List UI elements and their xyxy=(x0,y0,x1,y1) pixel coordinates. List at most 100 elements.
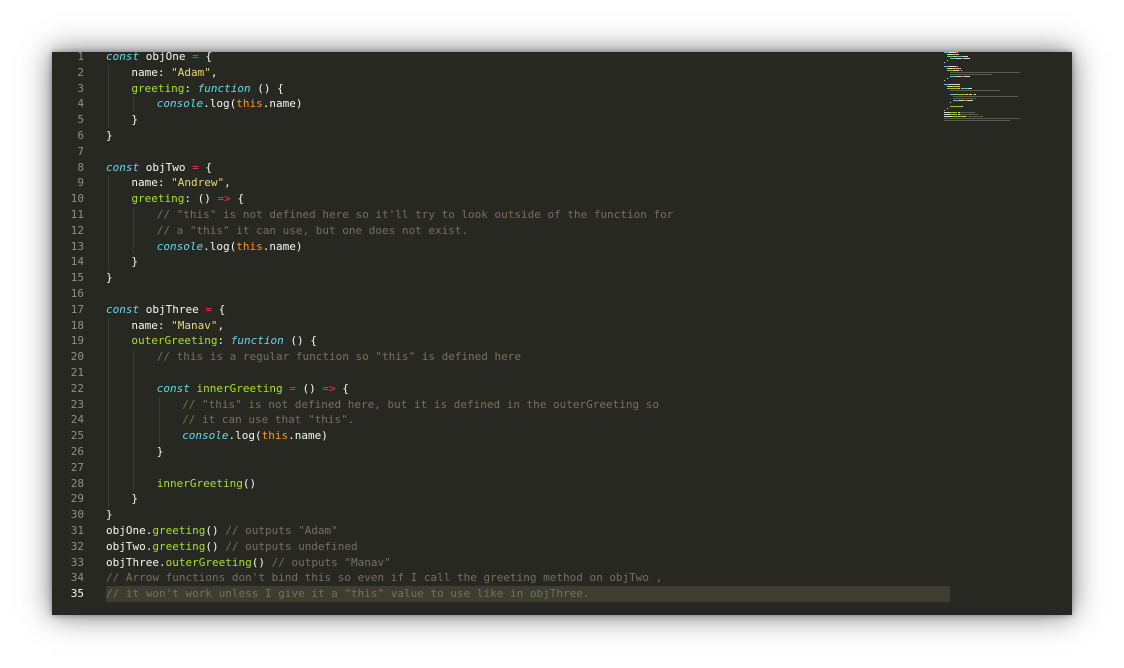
code-token: const xyxy=(106,52,140,63)
minimap-line xyxy=(953,96,1018,97)
code-token: innerGreeting xyxy=(196,381,283,395)
code-token: objOne xyxy=(139,52,193,63)
minimap-line xyxy=(944,62,945,63)
code-token: } xyxy=(131,255,139,269)
code-line: } xyxy=(106,128,113,144)
code-token: greeting xyxy=(152,524,206,537)
line-number-gutter[interactable]: 1 2 3 4 5 6 7 8 9 10 11 12 13 14 15 16 17 18 19 20 21 22 23 24 2… xyxy=(52,52,92,615)
code-token: log( xyxy=(235,429,262,443)
code-token: objThree xyxy=(139,302,206,316)
code-token: outerGreeting xyxy=(131,334,218,348)
minimap-line xyxy=(947,60,948,61)
code-token: () xyxy=(251,555,272,569)
code-line: } xyxy=(106,270,113,286)
minimap-line xyxy=(967,100,973,101)
code-line: // a "this" it can use, but one does not… xyxy=(157,223,468,239)
code-line: } xyxy=(131,254,138,270)
code-token: } xyxy=(156,445,164,458)
minimap-line xyxy=(944,116,953,117)
code-line: const innerGreeting = () => { xyxy=(157,381,349,397)
line-number: 15 xyxy=(70,271,84,285)
indent-guide xyxy=(108,317,109,508)
code-token: greeting xyxy=(131,81,185,95)
code-token: console xyxy=(182,429,229,443)
line-number: 21 xyxy=(70,366,84,379)
indent-guide xyxy=(108,64,109,128)
line-number: 2 xyxy=(77,65,84,79)
code-token: "Manav" xyxy=(171,318,218,332)
line-number: 25 xyxy=(70,429,84,443)
indent-guide xyxy=(158,396,160,444)
line-number: 9 xyxy=(77,176,84,190)
code-token: objThree. xyxy=(106,555,166,569)
minimap-line xyxy=(947,56,955,57)
code-token: "Adam" xyxy=(171,65,211,79)
minimap-line xyxy=(958,86,960,87)
code-token: .name) xyxy=(262,97,303,111)
minimap-line xyxy=(944,118,1020,119)
code-token: . xyxy=(203,97,210,111)
minimap-line xyxy=(956,66,959,67)
minimap-line xyxy=(947,108,948,109)
line-number: 32 xyxy=(70,539,84,553)
code-token: = xyxy=(289,381,296,395)
minimap-line xyxy=(966,116,983,117)
code-token: name: xyxy=(131,65,172,79)
code-token: : xyxy=(217,334,231,348)
code-area[interactable]: const objOne = {name: "Adam", greeting: f… xyxy=(106,52,996,615)
code-token: innerGreeting xyxy=(156,476,243,490)
minimap[interactable] xyxy=(944,52,1044,132)
code-line: const objOne = { xyxy=(106,52,212,65)
line-number: 26 xyxy=(70,445,84,458)
code-token: // "this" is not defined here so it'll t… xyxy=(156,208,674,221)
code-token: } xyxy=(131,113,139,127)
line-number: 34 xyxy=(70,571,84,585)
code-line: // it can use that "this". xyxy=(182,412,354,428)
minimap-line xyxy=(947,78,948,79)
line-number: 5 xyxy=(77,113,84,127)
code-token: { xyxy=(211,302,226,316)
line-number: 28 xyxy=(70,476,84,490)
code-line: name: "Adam", xyxy=(131,65,217,81)
minimap-line xyxy=(961,106,964,107)
code-token: () { xyxy=(283,334,317,348)
line-number: 22 xyxy=(70,381,84,395)
code-token: } xyxy=(131,492,139,506)
code-line: const objThree = { xyxy=(106,302,225,318)
minimap-line xyxy=(960,70,963,71)
minimap-line xyxy=(948,84,958,85)
code-token: this xyxy=(236,97,263,111)
code-token: } xyxy=(106,508,113,522)
code-token: // Arrow functions don't bind this so ev… xyxy=(106,571,663,585)
code-line: const objTwo = { xyxy=(106,160,212,176)
line-number: 35 xyxy=(70,587,84,601)
code-token: () xyxy=(295,381,323,395)
code-token: outerGreeting xyxy=(165,555,252,569)
code-line: } xyxy=(157,444,164,460)
minimap-line xyxy=(960,88,968,89)
code-line: innerGreeting() xyxy=(157,476,256,492)
minimap-line xyxy=(950,102,951,103)
code-token: function xyxy=(230,334,284,348)
code-token: } xyxy=(106,129,113,142)
code-token: () xyxy=(205,524,226,537)
code-token: // outputs "Manav" xyxy=(271,555,391,569)
code-line: name: "Manav", xyxy=(131,318,224,334)
code-token: { xyxy=(230,192,244,206)
minimap-line xyxy=(944,120,1010,121)
code-token: console xyxy=(156,97,204,111)
code-token: => xyxy=(322,381,336,395)
minimap-line xyxy=(950,72,1021,73)
minimap-line xyxy=(947,70,955,71)
code-token: const xyxy=(106,302,140,316)
minimap-line xyxy=(955,94,968,95)
code-token: this xyxy=(236,239,263,253)
code-token: // outputs undefined xyxy=(225,539,358,553)
line-number: 11 xyxy=(70,208,84,221)
code-token: objOne. xyxy=(106,524,153,537)
minimap-line xyxy=(959,68,961,69)
minimap-line xyxy=(967,88,973,89)
code-line: // it won't work unless I give it a "thi… xyxy=(106,586,589,602)
indent-guide xyxy=(108,175,109,271)
code-token: .name) xyxy=(262,239,303,253)
